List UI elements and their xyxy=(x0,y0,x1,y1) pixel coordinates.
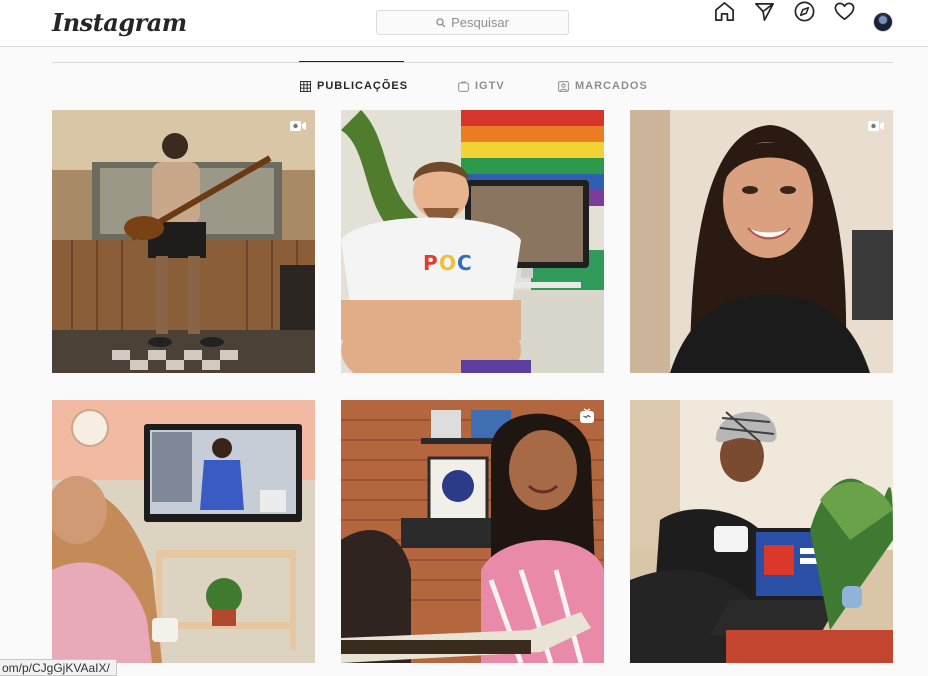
search-box[interactable]: Pesquisar xyxy=(376,10,569,35)
svg-text:P: P xyxy=(423,251,438,275)
activity-heart-icon[interactable] xyxy=(833,0,856,23)
svg-text:O: O xyxy=(439,251,456,275)
tab-publicacoes[interactable]: PUBLICAÇÕES xyxy=(300,80,408,92)
profile-tabs-divider xyxy=(52,62,893,63)
profile-avatar[interactable] xyxy=(873,12,893,32)
profile-tabs: PUBLICAÇÕES IGTV MARCADOS xyxy=(0,80,928,96)
search-icon xyxy=(436,17,446,27)
search-placeholder: Pesquisar xyxy=(451,15,509,30)
post-thumbnail[interactable] xyxy=(52,110,315,373)
tab-marcados[interactable]: MARCADOS xyxy=(558,80,648,92)
post-image-guitar-singer xyxy=(341,400,604,663)
tab-igtv[interactable]: IGTV xyxy=(458,80,505,92)
grid-icon xyxy=(300,80,311,92)
post-image-tv-watching xyxy=(52,400,315,663)
igtv-icon xyxy=(458,80,469,92)
post-thumbnail[interactable] xyxy=(630,400,893,663)
post-thumbnail[interactable] xyxy=(341,400,604,663)
video-camera-icon xyxy=(868,121,884,131)
status-bar-url: om/p/CJgGjKVAaIX/ xyxy=(0,659,117,676)
tab-label: IGTV xyxy=(475,80,505,92)
top-navigation-bar: Instagram Pesquisar xyxy=(0,0,928,47)
post-image-woman-portrait xyxy=(630,110,893,373)
post-thumbnail[interactable]: POC xyxy=(341,110,604,373)
igtv-badge-icon xyxy=(580,408,594,423)
tab-label: PUBLICAÇÕES xyxy=(317,80,409,92)
instagram-logo[interactable]: Instagram xyxy=(52,8,187,37)
explore-icon[interactable] xyxy=(793,0,816,23)
post-image-bassist xyxy=(52,110,315,373)
tagged-icon xyxy=(558,80,569,92)
active-tab-indicator xyxy=(299,61,404,62)
post-image-laptop-woman xyxy=(630,400,893,663)
post-thumbnail[interactable] xyxy=(630,110,893,373)
tab-label: MARCADOS xyxy=(575,80,648,92)
post-image-pride-flag: POC xyxy=(341,110,604,373)
video-camera-icon xyxy=(290,121,306,131)
home-icon[interactable] xyxy=(713,0,736,23)
direct-icon[interactable] xyxy=(753,0,776,23)
post-thumbnail[interactable] xyxy=(52,400,315,663)
svg-text:C: C xyxy=(457,251,472,275)
